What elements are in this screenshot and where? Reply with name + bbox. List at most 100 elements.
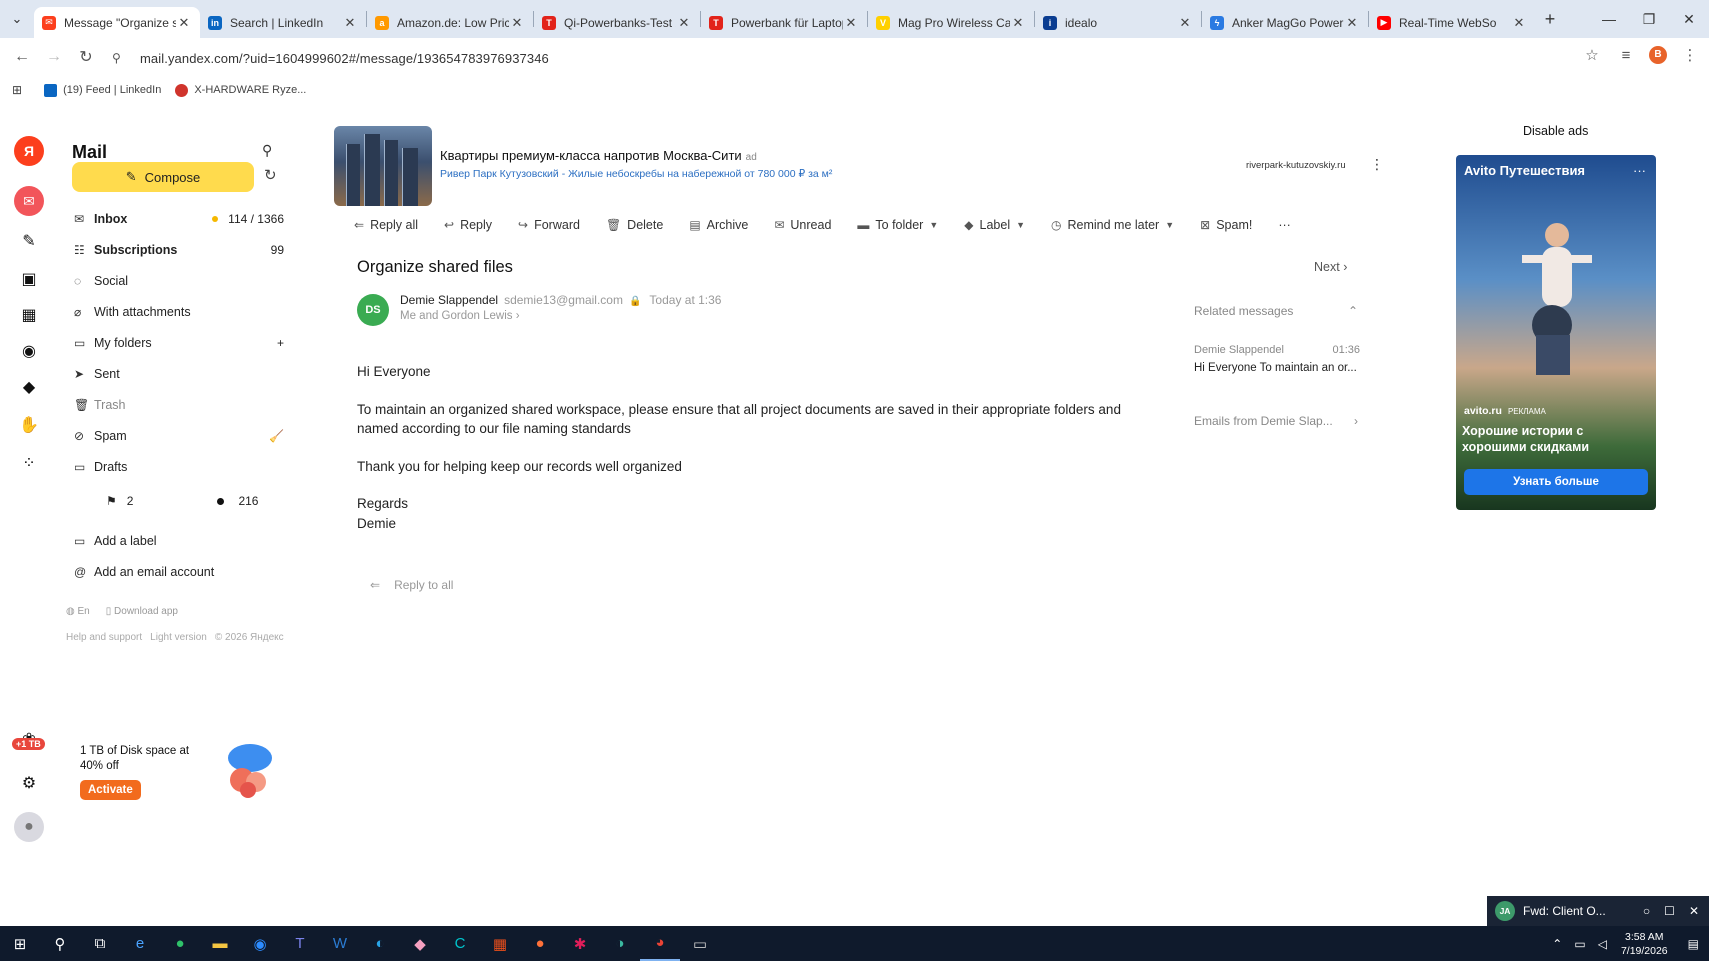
close-icon[interactable]: ✕ <box>1689 904 1699 918</box>
browser-tab[interactable]: V Mag Pro Wireless Car ✕ <box>868 7 1034 38</box>
office-icon[interactable]: ▦ <box>480 926 520 961</box>
important-count[interactable]: 2 <box>127 494 134 508</box>
messenger-icon[interactable]: ✎ <box>14 226 44 256</box>
media-control-icon[interactable]: ≡ <box>1615 47 1637 64</box>
profile-avatar[interactable]: B <box>1649 46 1667 64</box>
tab-close-icon[interactable]: ✕ <box>176 15 192 31</box>
sender-email[interactable]: sdemie13@gmail.com <box>504 293 623 307</box>
folder-attachments[interactable]: ⌀ With attachments <box>74 301 284 323</box>
tab-close-icon[interactable]: ✕ <box>676 15 692 31</box>
spam-button[interactable]: ⊠ Spam! <box>1200 218 1252 232</box>
search-icon[interactable]: ⚲ <box>262 142 272 159</box>
reload-icon[interactable]: ↻ <box>70 47 102 67</box>
edge-icon[interactable]: ◐ <box>360 926 400 961</box>
download-app-link[interactable]: ▯ Download app <box>106 606 178 617</box>
folder-sent[interactable]: ➤ Sent <box>74 363 284 385</box>
file-explorer-icon[interactable]: ▬ <box>200 926 240 961</box>
more-actions-button[interactable]: ··· <box>1278 218 1291 232</box>
browser-tab[interactable]: in Search | LinkedIn ✕ <box>200 7 366 38</box>
volume-icon[interactable]: ◁ <box>1598 937 1607 951</box>
forward-icon[interactable]: → <box>38 48 70 66</box>
sender-name[interactable]: Demie Slappendel <box>400 293 498 307</box>
folder-inbox[interactable]: ✉ Inbox 114 / 1366 <box>74 208 284 230</box>
side-ad-banner[interactable]: Avito Путешествия ··· avito.ru РЕКЛАМА Хо… <box>1456 155 1656 510</box>
slack-icon[interactable]: ✱ <box>560 926 600 961</box>
browser-tab[interactable]: ▶ Real-Time WebSo ✕ <box>1369 7 1535 38</box>
mark-unread-button[interactable]: ✉ Unread <box>774 218 831 232</box>
settings-gear-icon[interactable]: ⚙ <box>14 768 44 798</box>
browser-tab[interactable]: T Qi-Powerbanks-Test 2 ✕ <box>534 7 700 38</box>
all-services-icon[interactable]: ⁘ <box>14 448 44 478</box>
word-icon[interactable]: W <box>320 926 360 961</box>
bookmark-icon[interactable]: ⚑ <box>106 494 117 508</box>
ad-title[interactable]: Квартиры премиум-класса напротив Москва-… <box>440 148 757 163</box>
calendar-icon[interactable]: ▦ <box>14 300 44 330</box>
mail-title[interactable]: Mail <box>72 142 107 163</box>
apps-grid-icon[interactable]: ⊞ <box>12 83 22 97</box>
internet-explorer-icon[interactable]: e <box>120 926 160 961</box>
user-avatar-icon[interactable]: ● <box>14 812 44 842</box>
ad-cta-button[interactable]: Узнать больше <box>1464 469 1648 495</box>
label-button[interactable]: ◆ Label ▼ <box>964 218 1025 232</box>
light-version-link[interactable]: Light version <box>150 632 207 643</box>
omnibox[interactable]: ⚲ mail.yandex.com/?uid=1604999602#/messa… <box>112 44 1552 72</box>
recipients-toggle[interactable]: Me and Gordon Lewis › <box>400 310 520 322</box>
restore-icon[interactable]: ❐ <box>1629 0 1669 38</box>
zoom-icon[interactable]: ◉ <box>240 926 280 961</box>
notification-center-icon[interactable]: ▤ <box>1688 937 1699 951</box>
browser-tab[interactable]: ✉ Message "Organize s ✕ <box>34 7 200 38</box>
back-icon[interactable]: ← <box>6 48 38 66</box>
chat-icon[interactable]: ● <box>160 926 200 961</box>
disable-ads-link[interactable]: Disable ads <box>1523 124 1588 138</box>
minimize-icon[interactable]: — <box>1589 0 1629 38</box>
folder-social[interactable]: ◌ Social <box>74 270 284 292</box>
activate-button[interactable]: Activate <box>80 780 141 800</box>
help-link[interactable]: Help and support <box>66 632 142 643</box>
add-label-link[interactable]: ▭ Add a label <box>74 530 284 552</box>
system-clock[interactable]: 3:58 AM 7/19/2026 <box>1621 930 1668 958</box>
reply-to-all-button[interactable]: ⇐ Reply to all <box>370 578 453 592</box>
folder-count[interactable]: + <box>277 336 284 350</box>
tab-close-icon[interactable]: ✕ <box>1511 15 1527 31</box>
folder-subscriptions[interactable]: ☷ Subscriptions 99 <box>74 239 284 261</box>
maximize-icon[interactable]: ☐ <box>1664 904 1675 918</box>
tab-close-icon[interactable]: ✕ <box>509 15 525 31</box>
folder-drafts[interactable]: ▭ Drafts <box>74 456 284 478</box>
ad-more-icon[interactable]: ⋮ <box>1370 156 1384 173</box>
ad-menu-icon[interactable]: ··· <box>1633 163 1646 178</box>
related-message-item[interactable]: Demie Slappendel 01:36 Hi Everyone To mai… <box>1194 344 1360 374</box>
delete-button[interactable]: 🗑 Delete <box>606 218 663 232</box>
browser-menu-icon[interactable]: ⋮ <box>1679 46 1701 64</box>
teams-notification[interactable]: JA Fwd: Client O... ○ ☐ ✕ <box>1487 896 1709 926</box>
mail-service-icon[interactable]: ✉ <box>14 186 44 216</box>
contacts-icon[interactable]: ✋ <box>14 410 44 440</box>
pop-out-icon[interactable]: ○ <box>1643 904 1650 918</box>
folder-my-folders[interactable]: ▭ My folders + <box>74 332 284 354</box>
tray-expand-icon[interactable]: ⌃ <box>1552 937 1562 951</box>
teams-icon[interactable]: T <box>280 926 320 961</box>
terminal-icon[interactable]: ▭ <box>680 926 720 961</box>
close-window-icon[interactable]: ✕ <box>1669 0 1709 38</box>
bookmark-x-hardware[interactable]: X-HARDWARE Ryze... <box>175 83 306 97</box>
task-view-icon[interactable]: ⧉ <box>80 926 120 961</box>
tab-close-icon[interactable]: ✕ <box>843 15 859 31</box>
folder-spam[interactable]: ⊘ Spam 🧹 <box>74 425 284 447</box>
bookmark-star-icon[interactable]: ☆ <box>1581 46 1603 64</box>
ad-domain[interactable]: riverpark-kutuzovskiy.ru <box>1246 160 1346 171</box>
telemost-icon[interactable]: ◉ <box>14 336 44 366</box>
notes-icon[interactable]: ◆ <box>14 372 44 402</box>
tab-close-icon[interactable]: ✕ <box>342 15 358 31</box>
top-ad-banner[interactable]: Квартиры премиум-класса напротив Москва-… <box>334 126 1384 206</box>
site-info-icon[interactable]: ⚲ <box>112 51 128 65</box>
archive-button[interactable]: ▤ Archive <box>689 218 748 232</box>
network-icon[interactable]: ▭ <box>1574 937 1585 951</box>
tab-search-button[interactable]: ⌄ <box>0 0 34 38</box>
paint-icon[interactable]: ◆ <box>400 926 440 961</box>
forward-button[interactable]: ↪ Forward <box>518 218 580 232</box>
disk-icon[interactable]: ▣ <box>14 264 44 294</box>
compose-button[interactable]: ✎ Compose <box>72 162 254 192</box>
tab-close-icon[interactable]: ✕ <box>1010 15 1026 31</box>
related-messages-header[interactable]: Related messages ⌃ <box>1194 304 1358 318</box>
next-message-button[interactable]: Next › <box>1314 260 1347 274</box>
ad-subtitle[interactable]: Ривер Парк Кутузовский - Жилые небоскреб… <box>440 168 832 180</box>
